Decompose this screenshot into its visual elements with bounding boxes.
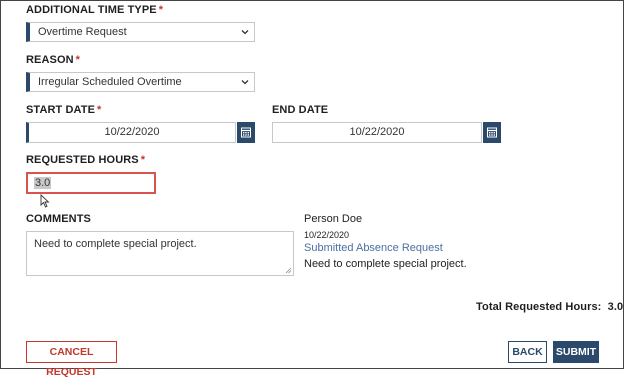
start-date-input[interactable]: 10/22/2020 bbox=[26, 122, 236, 143]
end-date-label: END DATE bbox=[272, 104, 329, 116]
end-date-calendar-button[interactable] bbox=[483, 122, 501, 143]
cancel-request-button[interactable]: CANCEL REQUEST bbox=[26, 341, 117, 378]
comments-label: COMMENTS bbox=[26, 213, 91, 225]
additional-time-type-label: ADDITIONAL TIME TYPE * bbox=[26, 4, 164, 16]
end-date-value: 10/22/2020 bbox=[349, 126, 405, 138]
total-requested-hours: Total Requested Hours: 3.0 bbox=[476, 301, 623, 313]
history-date: 10/22/2020 bbox=[304, 230, 350, 240]
reason-select[interactable]: Irregular Scheduled Overtime bbox=[26, 72, 255, 92]
start-date-value: 10/22/2020 bbox=[104, 126, 160, 138]
end-date-input[interactable]: 10/22/2020 bbox=[272, 122, 482, 143]
submit-button[interactable]: SUBMIT bbox=[553, 341, 599, 363]
chevron-down-icon bbox=[241, 30, 249, 35]
calendar-icon bbox=[241, 127, 251, 138]
comments-textarea[interactable]: Need to complete special project. bbox=[26, 231, 294, 276]
total-requested-hours-value: 3.0 bbox=[607, 301, 624, 313]
requested-hours-label: REQUESTED HOURS * bbox=[26, 154, 146, 166]
start-date-calendar-button[interactable] bbox=[237, 122, 255, 143]
calendar-icon bbox=[487, 127, 497, 138]
total-requested-hours-label: Total Requested Hours: bbox=[476, 301, 602, 313]
additional-time-type-value: Overtime Request bbox=[38, 26, 127, 38]
comments-value: Need to complete special project. bbox=[34, 238, 197, 250]
history-person-name: Person Doe bbox=[304, 213, 363, 225]
start-date-label: START DATE * bbox=[26, 104, 102, 116]
history-action-link[interactable]: Submitted Absence Request bbox=[304, 242, 443, 254]
mouse-cursor-icon bbox=[40, 194, 50, 208]
requested-hours-input[interactable]: 3.0 bbox=[26, 172, 156, 194]
reason-value: Irregular Scheduled Overtime bbox=[38, 76, 182, 88]
additional-time-type-select[interactable]: Overtime Request bbox=[26, 22, 255, 42]
requested-hours-value: 3.0 bbox=[34, 177, 52, 189]
reason-label: REASON * bbox=[26, 54, 81, 66]
resize-handle-icon[interactable] bbox=[285, 267, 292, 274]
back-button[interactable]: BACK bbox=[508, 341, 547, 363]
history-comment: Need to complete special project. bbox=[304, 258, 467, 270]
chevron-down-icon bbox=[241, 80, 249, 85]
